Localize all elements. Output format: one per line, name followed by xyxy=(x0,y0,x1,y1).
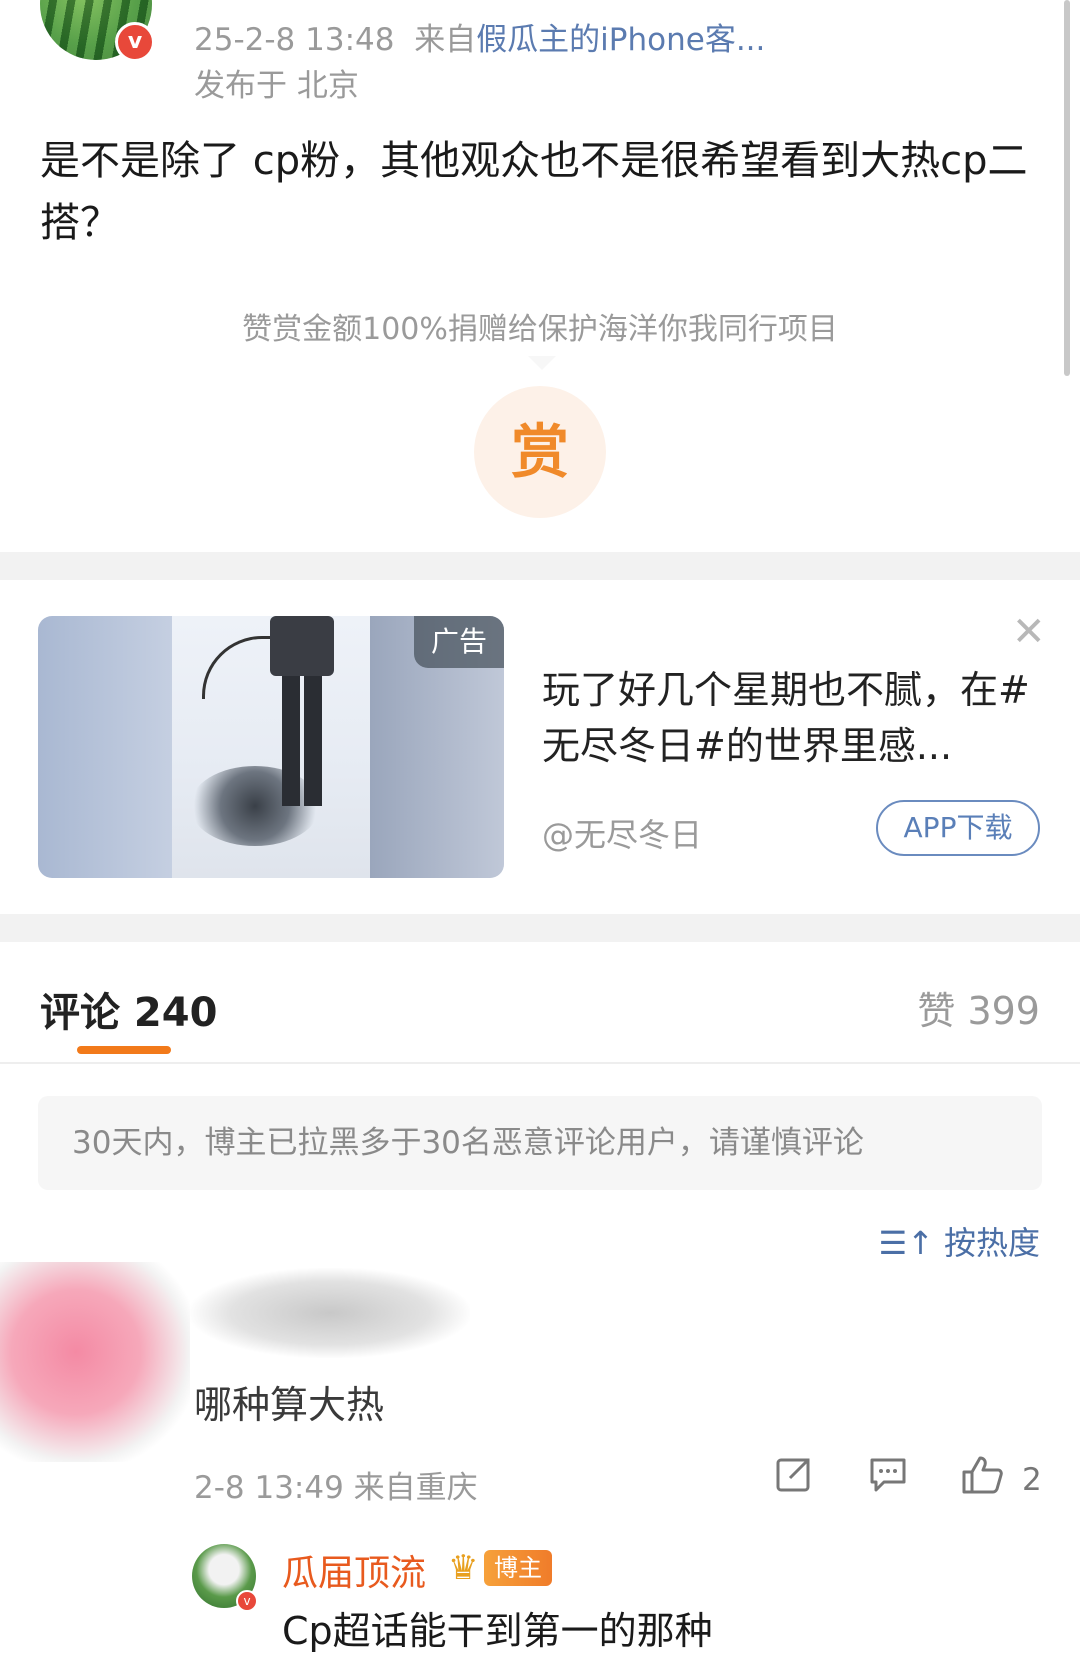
verified-badge-icon: v xyxy=(236,1590,258,1612)
reply-author-name[interactable]: 瓜届顶流 xyxy=(282,1544,426,1596)
post-source-prefix: 来自 xyxy=(414,22,477,58)
like-count: 2 xyxy=(1022,1462,1042,1498)
person-body xyxy=(270,616,334,676)
close-icon[interactable]: ✕ xyxy=(1012,612,1046,652)
comment-meta: 2-8 13:49 来自重庆 xyxy=(194,1470,478,1506)
person-legs xyxy=(282,676,322,806)
reply-text: Cp超话能干到第一的那种 xyxy=(282,1609,713,1653)
ad-title[interactable]: 玩了好几个星期也不腻，在#无尽冬日#的世界里感... xyxy=(542,662,1042,774)
commenter-name-blurred[interactable] xyxy=(190,1268,470,1358)
header-divider xyxy=(0,1062,1080,1064)
post-source-link[interactable]: 假瓜主的iPhone客... xyxy=(476,22,765,58)
ad-badge: 广告 xyxy=(414,616,504,668)
sort-button[interactable]: ☰↑ 按热度 xyxy=(878,1218,1040,1264)
post-location: 发布于 北京 xyxy=(194,68,359,104)
share-icon[interactable] xyxy=(774,1454,814,1503)
ad-handle[interactable]: @无尽冬日 xyxy=(542,810,702,856)
verified-badge-icon: v xyxy=(115,22,155,62)
ad-ice-fishing-scene xyxy=(172,616,370,878)
commenter-avatar-blurred[interactable] xyxy=(0,1262,190,1462)
reward-button[interactable]: 赏 xyxy=(474,386,606,518)
section-divider xyxy=(0,914,1080,942)
reward-caret xyxy=(528,356,556,370)
sort-label: 按热度 xyxy=(943,1224,1040,1262)
author-badge: 博主 xyxy=(484,1550,552,1586)
post-body-text: 是不是除了 cp粉，其他观众也不是很希望看到大热cp二搭？ xyxy=(40,138,1028,246)
sort-icon: ☰↑ xyxy=(878,1224,934,1262)
block-notice: 30天内，博主已拉黑多于30名恶意评论用户，请谨慎评论 xyxy=(38,1096,1042,1190)
tab-comments[interactable]: 评论 240 xyxy=(40,980,217,1038)
comment-text: 哪种算大热 xyxy=(194,1383,385,1427)
post-meta: 25-2-8 13:48 来自假瓜主的iPhone客... xyxy=(194,14,765,59)
crown-icon: ♛ xyxy=(448,1548,479,1588)
reward-note: 赞赏金额100%捐赠给保护海洋你我同行项目 xyxy=(242,312,838,347)
tab-likes[interactable]: 赞 399 xyxy=(917,980,1040,1035)
app-download-button[interactable]: APP下载 xyxy=(876,800,1040,856)
section-divider xyxy=(0,552,1080,580)
active-tab-indicator xyxy=(77,1046,171,1054)
post-time: 25-2-8 13:48 xyxy=(194,22,395,58)
like-icon[interactable] xyxy=(960,1454,1004,1503)
reply-icon[interactable] xyxy=(868,1454,908,1503)
